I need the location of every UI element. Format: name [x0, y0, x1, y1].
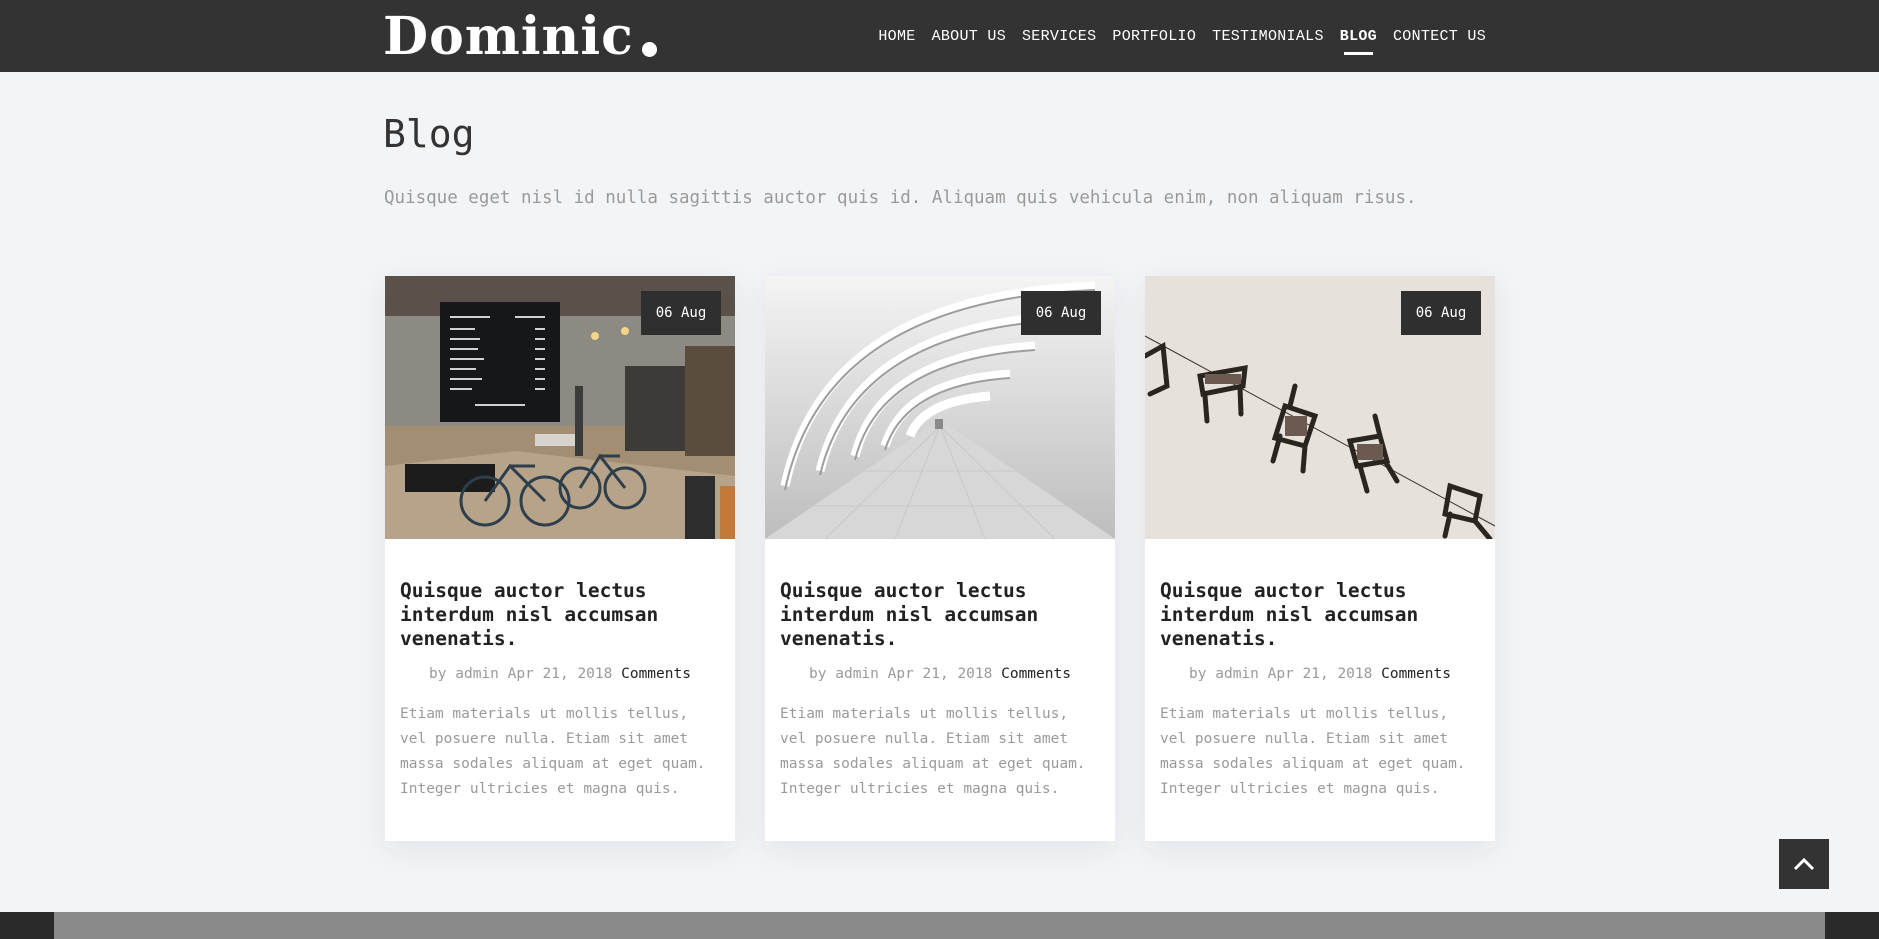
- post-author-date: by admin Apr 21, 2018: [809, 666, 993, 682]
- page-title: Blog: [383, 112, 475, 156]
- footer-right-block: [1825, 912, 1879, 939]
- top-navbar: Dominic HOME ABOUT US SERVICES PORTFOLIO…: [0, 0, 1879, 72]
- post-author-date: by admin Apr 21, 2018: [429, 666, 613, 682]
- post-title[interactable]: Quisque auctor lectus interdum nisl accu…: [780, 579, 1100, 651]
- nav-link-home[interactable]: HOME: [878, 28, 915, 45]
- post-meta: by admin Apr 21, 2018 Comments: [780, 666, 1100, 682]
- post-excerpt: Etiam materials ut mollis tellus, vel po…: [780, 706, 1086, 797]
- architecture-photo-icon[interactable]: 06 Aug: [765, 276, 1115, 539]
- cafe-photo-icon[interactable]: 06 Aug: [385, 276, 735, 539]
- post-title[interactable]: Quisque auctor lectus interdum nisl accu…: [1160, 579, 1480, 651]
- chevron-up-icon: [1793, 857, 1815, 871]
- site-logo[interactable]: Dominic: [383, 2, 657, 70]
- floating-chairs-photo-icon[interactable]: 06 Aug: [1145, 276, 1495, 539]
- footer-strip: [0, 912, 1879, 939]
- nav-link-portfolio[interactable]: PORTFOLIO: [1112, 28, 1196, 45]
- date-badge: 06 Aug: [641, 291, 721, 335]
- main-nav: HOME ABOUT US SERVICES PORTFOLIO TESTIMO…: [878, 0, 1486, 72]
- logo-text: Dominic: [383, 5, 634, 67]
- date-badge: 06 Aug: [1401, 291, 1481, 335]
- post-meta: by admin Apr 21, 2018 Comments: [400, 666, 720, 682]
- blog-card: 06 Aug Quisque auctor lectus interdum ni…: [1145, 276, 1495, 841]
- nav-link-testimonials[interactable]: TESTIMONIALS: [1212, 28, 1324, 45]
- date-badge: 06 Aug: [1021, 291, 1101, 335]
- post-comments-link[interactable]: Comments: [1001, 666, 1071, 682]
- post-excerpt: Etiam materials ut mollis tellus, vel po…: [400, 706, 706, 797]
- blog-card: 06 Aug Quisque auctor lectus interdum ni…: [385, 276, 735, 841]
- post-comments-link[interactable]: Comments: [621, 666, 691, 682]
- post-title[interactable]: Quisque auctor lectus interdum nisl accu…: [400, 579, 720, 651]
- blog-card: 06 Aug Quisque auctor lectus interdum ni…: [765, 276, 1115, 841]
- footer-left-block: [0, 912, 54, 939]
- post-meta: by admin Apr 21, 2018 Comments: [1160, 666, 1480, 682]
- post-author-date: by admin Apr 21, 2018: [1189, 666, 1373, 682]
- scroll-to-top-button[interactable]: [1779, 839, 1829, 889]
- logo-dot-icon: [641, 41, 657, 57]
- nav-link-services[interactable]: SERVICES: [1022, 28, 1096, 45]
- page-subtitle: Quisque eget nisl id nulla sagittis auct…: [384, 188, 1417, 208]
- post-comments-link[interactable]: Comments: [1381, 666, 1451, 682]
- nav-link-contact-us[interactable]: CONTECT US: [1393, 28, 1486, 45]
- nav-link-blog[interactable]: BLOG: [1340, 28, 1377, 55]
- nav-link-about-us[interactable]: ABOUT US: [932, 28, 1006, 45]
- post-excerpt: Etiam materials ut mollis tellus, vel po…: [1160, 706, 1466, 797]
